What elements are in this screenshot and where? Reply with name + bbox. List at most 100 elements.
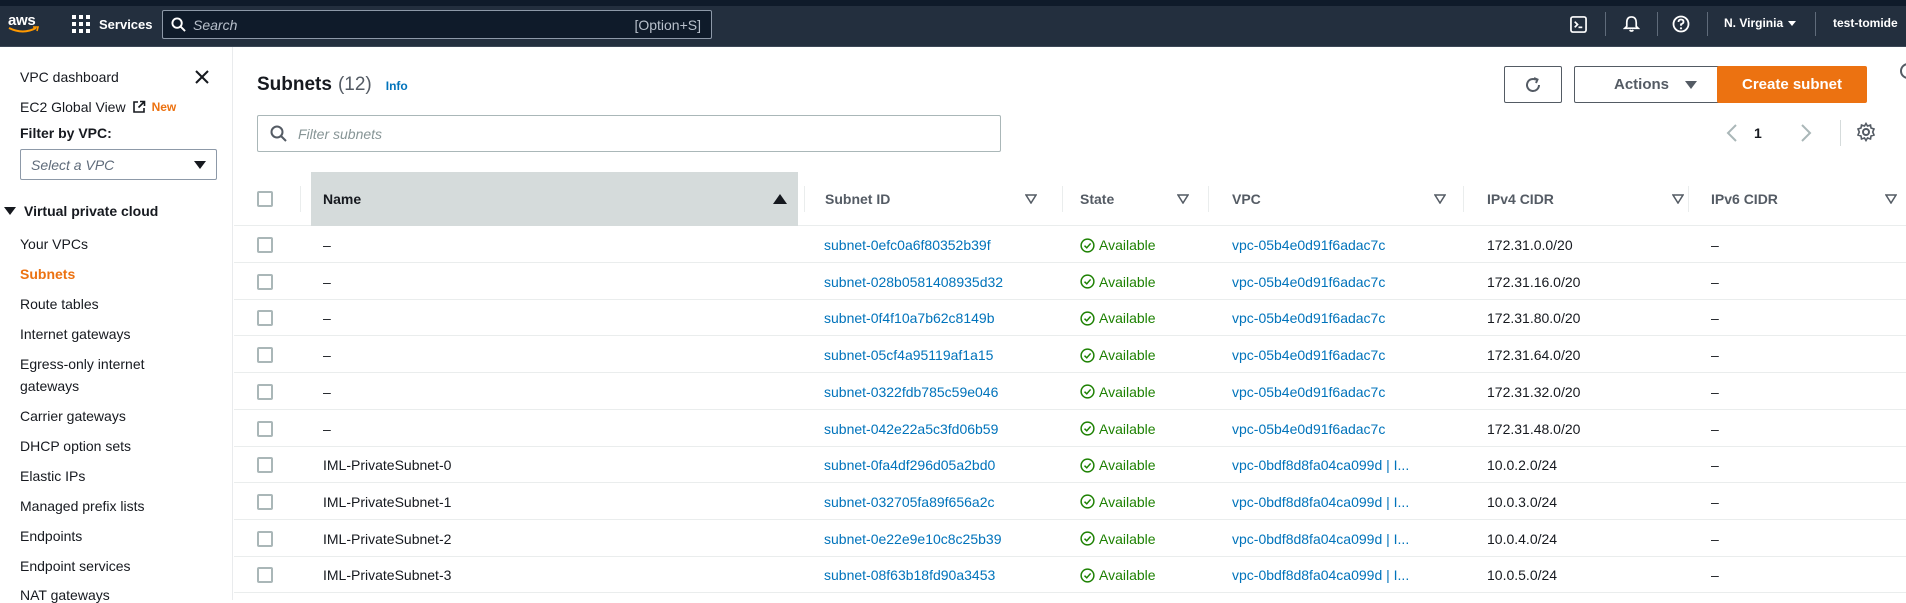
services-menu[interactable]: Services (72, 13, 153, 35)
subnet-id-link[interactable]: subnet-032705fa89f656a2c (824, 484, 994, 520)
available-check-icon (1080, 568, 1095, 583)
table-row[interactable]: IML-PrivateSubnet-2 subnet-0e22e9e10c8c2… (234, 521, 1906, 557)
settings-gear-icon[interactable] (1856, 122, 1876, 142)
search-input[interactable] (193, 16, 635, 33)
sidebar-item-route-tables[interactable]: Route tables (20, 296, 99, 312)
column-state[interactable]: State (1080, 172, 1204, 226)
refresh-button[interactable] (1504, 66, 1562, 103)
row-checkbox[interactable] (257, 310, 273, 327)
actions-button[interactable]: Actions (1574, 66, 1737, 103)
vpc-link[interactable]: vpc-05b4e0d91f6adac7c (1232, 300, 1385, 336)
next-page-icon[interactable] (1800, 123, 1812, 143)
account-menu[interactable]: test-tomide (1833, 16, 1898, 30)
sidebar-item-elastic-ips[interactable]: Elastic IPs (20, 468, 85, 484)
column-name[interactable]: Name (311, 172, 798, 226)
subnet-id-link[interactable]: subnet-042e22a5c3fd06b59 (824, 411, 998, 447)
subnet-id-link[interactable]: subnet-0f4f10a7b62c8149b (824, 300, 994, 336)
row-checkbox[interactable] (257, 383, 273, 400)
row-checkbox[interactable] (257, 530, 273, 547)
ipv4-cidr: 10.0.3.0/24 (1487, 493, 1558, 510)
help-icon[interactable] (1671, 14, 1691, 34)
create-subnet-button[interactable]: Create subnet (1717, 66, 1867, 103)
sidebar-item-your-vpcs[interactable]: Your VPCs (20, 236, 88, 252)
state-label: Available (1099, 237, 1156, 253)
vpc-link[interactable]: vpc-0bdf8d8fa04ca099d | I... (1232, 521, 1409, 557)
sidebar-item-carrier-gateways[interactable]: Carrier gateways (20, 408, 126, 424)
row-checkbox[interactable] (257, 237, 273, 253)
table-row[interactable]: – subnet-042e22a5c3fd06b59 Available vpc… (234, 411, 1906, 447)
sidebar-item-endpoints[interactable]: Endpoints (20, 528, 82, 544)
table-row[interactable]: – subnet-0efc0a6f80352b39f Available vpc… (234, 227, 1906, 263)
vpc-select[interactable]: Select a VPC (20, 149, 217, 180)
column-vpc[interactable]: VPC (1232, 172, 1472, 226)
filter-subnets[interactable] (257, 115, 1001, 152)
sidebar-item-dhcp-option-sets[interactable]: DHCP option sets (20, 438, 131, 454)
region-label: N. Virginia (1724, 16, 1784, 30)
row-checkbox[interactable] (257, 493, 273, 510)
sidebar-item-subnets[interactable]: Subnets (20, 266, 75, 282)
region-selector[interactable]: N. Virginia (1724, 16, 1797, 30)
vpc-link[interactable]: vpc-0bdf8d8fa04ca099d | I... (1232, 447, 1409, 483)
row-checkbox[interactable] (257, 420, 273, 437)
sidebar-item-nat-gateways[interactable]: NAT gateways (20, 587, 110, 603)
virtual-private-cloud-section[interactable]: Virtual private cloud (4, 203, 158, 219)
vpc-link[interactable]: vpc-05b4e0d91f6adac7c (1232, 264, 1385, 300)
ipv4-cidr: 172.31.48.0/20 (1487, 420, 1581, 437)
subnet-id-link[interactable]: subnet-0322fdb785c59e046 (824, 374, 998, 410)
subnet-id-link[interactable]: subnet-0efc0a6f80352b39f (824, 227, 991, 263)
sidebar-item-managed-prefix-lists[interactable]: Managed prefix lists (20, 498, 145, 514)
filter-subnets-input[interactable] (298, 125, 1000, 142)
ipv4-cidr: 172.31.32.0/20 (1487, 383, 1581, 400)
table-row[interactable]: – subnet-0322fdb785c59e046 Available vpc… (234, 374, 1906, 410)
select-all-checkbox[interactable] (257, 191, 273, 207)
sidebar-item-egress-only-gateways[interactable]: gateways (20, 378, 79, 394)
sidebar-item-endpoint-services[interactable]: Endpoint services (20, 558, 131, 574)
table-row[interactable]: IML-PrivateSubnet-0 subnet-0fa4df296d05a… (234, 447, 1906, 484)
row-checkbox[interactable] (257, 457, 273, 474)
ipv6-cidr: – (1711, 530, 1719, 547)
vpc-link[interactable]: vpc-05b4e0d91f6adac7c (1232, 374, 1385, 410)
table-row[interactable]: IML-PrivateSubnet-3 subnet-08f63b18fd90a… (234, 557, 1906, 594)
page-number[interactable]: 1 (1754, 125, 1762, 141)
aws-logo[interactable]: aws (8, 12, 42, 36)
previous-page-icon[interactable] (1726, 123, 1738, 143)
vpc-link[interactable]: vpc-0bdf8d8fa04ca099d | I... (1232, 557, 1409, 593)
subnet-id-link[interactable]: subnet-08f63b18fd90a3453 (824, 557, 995, 593)
sidebar-item-internet-gateways[interactable]: Internet gateways (20, 326, 131, 342)
info-link[interactable]: Info (386, 79, 408, 93)
edge-icon[interactable] (1898, 62, 1906, 80)
account-label: test-tomide (1833, 16, 1898, 30)
status-badge: Available (1080, 484, 1156, 520)
subnet-id-link[interactable]: subnet-0e22e9e10c8c25b39 (824, 521, 1002, 557)
filter-caret-icon (1672, 194, 1684, 204)
close-sidebar-icon[interactable] (194, 69, 212, 87)
column-ipv6-cidr[interactable]: IPv6 CIDR (1711, 172, 1906, 226)
subnet-name: – (323, 347, 331, 364)
row-checkbox[interactable] (257, 567, 273, 584)
table-row[interactable]: IML-PrivateSubnet-1 subnet-032705fa89f65… (234, 484, 1906, 520)
row-checkbox[interactable] (257, 273, 273, 290)
column-ipv4-cidr[interactable]: IPv4 CIDR (1487, 172, 1697, 226)
status-badge: Available (1080, 227, 1156, 263)
subnet-id-link[interactable]: subnet-05cf4a95119af1a15 (824, 337, 993, 373)
global-search[interactable]: [Option+S] (162, 10, 712, 39)
table-row[interactable]: – subnet-028b0581408935d32 Available vpc… (234, 264, 1906, 300)
column-ipv6-label: IPv6 CIDR (1711, 191, 1778, 207)
state-label: Available (1099, 347, 1156, 364)
vpc-link[interactable]: vpc-05b4e0d91f6adac7c (1232, 337, 1385, 373)
table-row[interactable]: – subnet-05cf4a95119af1a15 Available vpc… (234, 337, 1906, 374)
subnet-id-link[interactable]: subnet-028b0581408935d32 (824, 264, 1003, 300)
row-checkbox[interactable] (257, 347, 273, 364)
status-badge: Available (1080, 521, 1156, 557)
notifications-bell-icon[interactable] (1621, 14, 1641, 34)
sidebar-vpc-dashboard[interactable]: VPC dashboard (20, 69, 119, 85)
table-row[interactable]: – subnet-0f4f10a7b62c8149b Available vpc… (234, 300, 1906, 337)
column-subnet-id[interactable]: Subnet ID (825, 172, 1057, 226)
vpc-link[interactable]: vpc-05b4e0d91f6adac7c (1232, 411, 1385, 447)
subnet-id-link[interactable]: subnet-0fa4df296d05a2bd0 (824, 447, 995, 483)
vpc-link[interactable]: vpc-0bdf8d8fa04ca099d | I... (1232, 484, 1409, 520)
sidebar-item-egress-only-internet[interactable]: Egress-only internet (20, 356, 145, 372)
cloudshell-icon[interactable] (1568, 14, 1588, 34)
sidebar-ec2-global-view[interactable]: EC2 Global View New (20, 99, 176, 115)
vpc-link[interactable]: vpc-05b4e0d91f6adac7c (1232, 227, 1385, 263)
